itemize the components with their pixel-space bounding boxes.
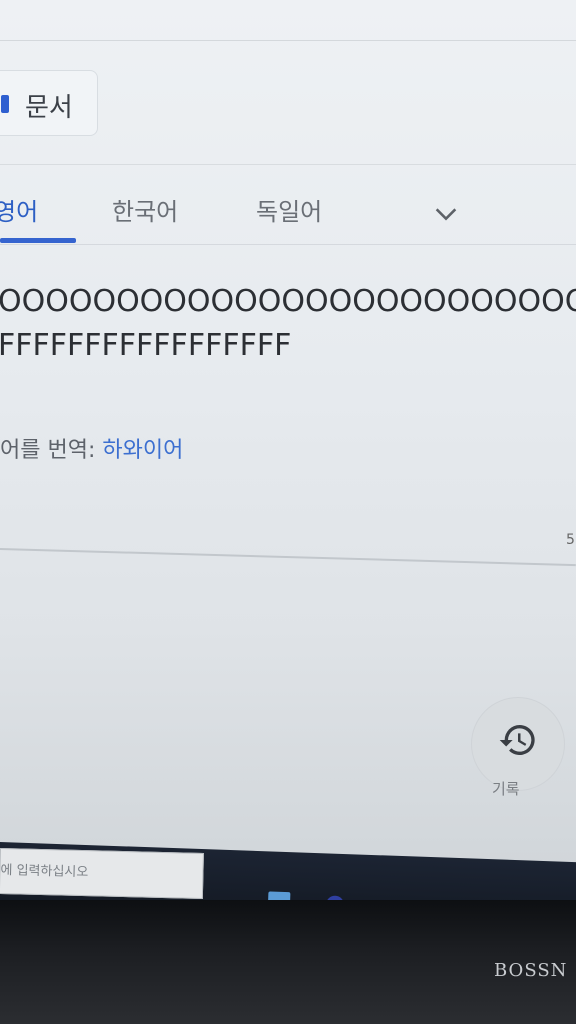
browser-screen: 문서 영어 한국어 독일어 OOOOOOOOOOOOOOOOOOOOOOOOOO… [0, 0, 576, 900]
top-divider [0, 40, 576, 41]
card-divider [0, 164, 576, 165]
history-label: 기록 [492, 780, 520, 798]
tabs-divider [0, 244, 576, 245]
monitor-bezel: BOSSN [0, 900, 576, 1024]
tab-german[interactable]: 독일어 [256, 192, 322, 227]
history-icon [499, 725, 535, 755]
document-button-label: 문서 [25, 93, 73, 123]
translate-from-suggestion: 어를 번역: 하와이어 [0, 432, 183, 464]
chevron-down-icon[interactable] [432, 200, 460, 228]
monitor-brand-logo: BOSSN [494, 960, 568, 981]
input-bottom-divider [0, 548, 576, 567]
document-button[interactable]: 문서 [0, 70, 98, 136]
source-text-input[interactable]: OOOOOOOOOOOOOOOOOOOOOOOOOOOOF FFFFFFFFFF… [0, 280, 576, 368]
active-tab-indicator [0, 238, 76, 243]
taskbar-search-box[interactable]: 에 입력하십시오 [0, 848, 204, 899]
character-count: 5 [566, 532, 575, 548]
tab-korean[interactable]: 한국어 [112, 192, 178, 227]
translate-from-language-link[interactable]: 하와이어 [102, 438, 183, 463]
tab-english[interactable]: 영어 [0, 192, 38, 227]
document-icon [1, 95, 9, 113]
translate-from-prefix: 어를 번역: [0, 438, 103, 463]
taskbar-search-placeholder: 에 입력하십시오 [0, 863, 89, 881]
